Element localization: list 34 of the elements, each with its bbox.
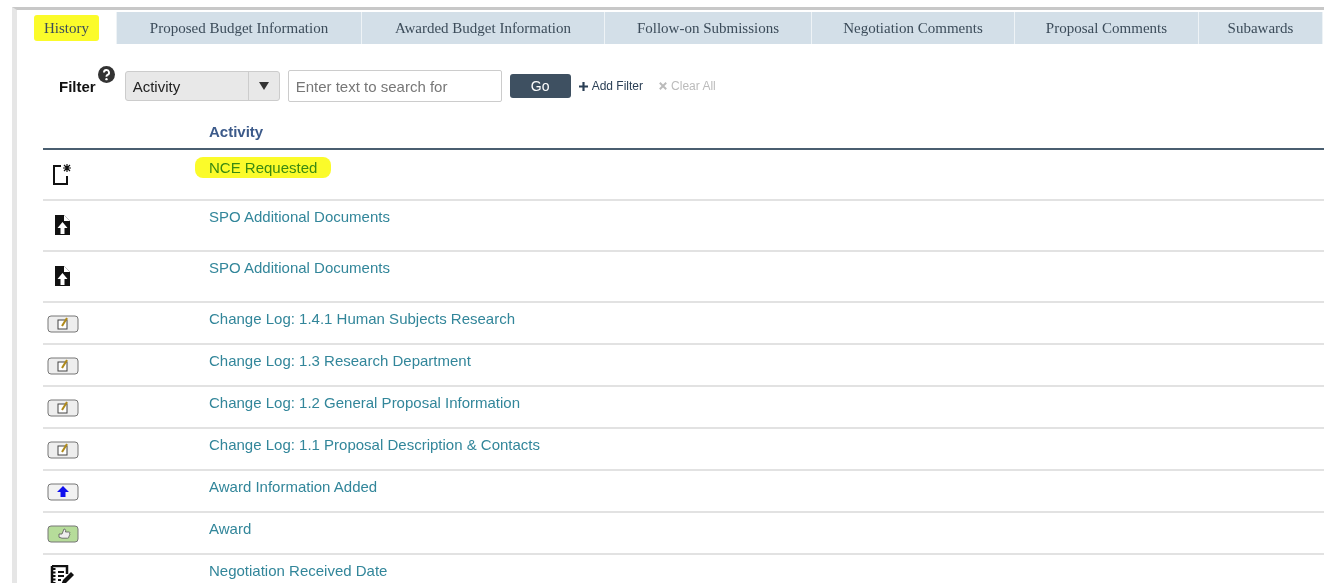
tab[interactable]: Proposed Budget Information	[117, 12, 362, 44]
activity-link[interactable]: Change Log: 1.4.1 Human Subjects Research	[209, 310, 516, 327]
activity-link[interactable]: Award Information Added	[209, 478, 378, 495]
notepad-edit-icon	[47, 357, 79, 375]
tab[interactable]: Negotiation Comments	[812, 12, 1015, 44]
new-document-icon	[52, 163, 72, 185]
search-field[interactable]: Enter text to search for	[287, 70, 502, 102]
activity-link[interactable]: Change Log: 1.3 Research Department	[209, 352, 471, 369]
document-upload-icon	[52, 214, 72, 236]
tab[interactable]: Subawards	[1199, 12, 1323, 44]
plus-icon	[578, 81, 588, 91]
notepad-edit-icon	[47, 399, 79, 417]
help-icon[interactable]	[97, 66, 115, 83]
tab[interactable]: Follow-on Submissions	[605, 12, 812, 44]
caret-icon	[258, 82, 269, 90]
filter-label: Filter	[59, 77, 96, 95]
activity-link[interactable]: Change Log: 1.1 Proposal Description & Contacts	[209, 436, 541, 453]
add-filter-link[interactable]: Add Filter	[578, 79, 644, 93]
activity-link[interactable]: SPO Additional Documents	[209, 259, 390, 276]
thumbs-up-icon	[47, 525, 79, 543]
activity-link[interactable]: Negotiation Received Date	[209, 562, 388, 579]
document-upload-icon	[52, 265, 72, 287]
tab[interactable]: Proposal Comments	[1015, 12, 1199, 44]
notepad-edit-icon	[47, 441, 79, 459]
column-header[interactable]: Activity	[209, 123, 264, 140]
activity-link[interactable]: SPO Additional Documents	[209, 208, 390, 225]
close-icon	[659, 82, 668, 90]
notepad-edit-icon	[47, 315, 79, 333]
activity-link[interactable]: Award	[209, 520, 252, 537]
tab[interactable]: Awarded Budget Information	[362, 12, 605, 44]
activity-link[interactable]: Change Log: 1.2 General Proposal Information	[209, 394, 521, 411]
activity-dropdown[interactable]: Activity	[124, 71, 280, 101]
activity-link[interactable]: NCE Requested	[195, 157, 332, 178]
go-button[interactable]: Go	[509, 74, 571, 98]
